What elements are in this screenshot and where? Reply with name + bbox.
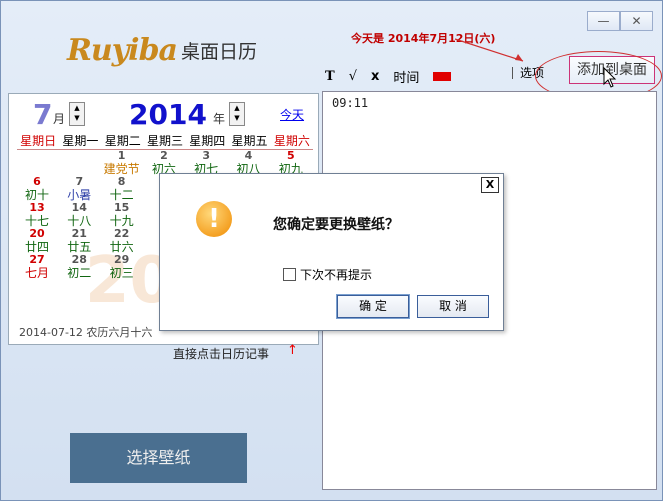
hint-text: 直接点击日历记事 (173, 347, 270, 361)
font-icon[interactable]: T (325, 69, 335, 84)
note-text: 09:11 (332, 96, 369, 110)
calendar-day-cell[interactable]: 29 初三 (102, 253, 142, 281)
calendar-day-cell[interactable]: 14 十八 (59, 201, 99, 229)
color-swatch[interactable] (433, 72, 452, 81)
calendar-day-cell[interactable]: 13 十七 (17, 201, 57, 229)
year-value: 2014 (129, 98, 207, 131)
weekday-mon: 星期一 (62, 134, 99, 148)
lunar-label: 七月 (24, 266, 49, 280)
day-number: 14 (71, 201, 87, 214)
weekday-thu: 星期四 (189, 134, 226, 148)
calendar-day-cell[interactable]: 22 廿六 (102, 227, 142, 255)
day-number: 3 (202, 149, 211, 162)
month-value: 7 (33, 98, 53, 131)
weekday-wed: 星期三 (146, 134, 183, 148)
today-banner: 今天是 2014年7月12日(六) (351, 32, 496, 45)
day-number: 4 (244, 149, 253, 162)
day-number: 5 (286, 149, 295, 162)
day-number: 22 (113, 227, 130, 240)
lunar-label: 十八 (67, 214, 92, 228)
note-toolbar: T √ x 时间 (325, 67, 452, 86)
weekday-sun: 星期日 (20, 134, 57, 148)
up-arrow-icon: ↑ (287, 343, 298, 358)
month-spinner[interactable]: ▲ ▼ (69, 102, 85, 126)
calendar-day-cell[interactable]: 6 初十 (17, 175, 57, 203)
day-number: 15 (113, 201, 130, 214)
calendar-day-cell[interactable]: 21 廿五 (59, 227, 99, 255)
app-window: — ✕ Ruyiba 桌面日历 今天是 2014年7月12日(六) T √ x … (0, 0, 663, 501)
day-number: 8 (117, 175, 126, 188)
day-number: 21 (71, 227, 87, 240)
lunar-label: 廿六 (109, 240, 134, 254)
today-link[interactable]: 今天 (280, 106, 304, 123)
ok-button[interactable]: 确 定 (336, 294, 410, 319)
lunar-label: 十七 (24, 214, 49, 228)
cancel-button[interactable]: 取 消 (417, 295, 489, 318)
lunar-label: 初二 (67, 266, 92, 280)
dont-show-label: 下次不再提示 (300, 268, 373, 282)
dialog-message: 您确定要更换壁纸？ (273, 217, 399, 233)
window-controls: — ✕ (587, 11, 653, 31)
calendar-day-cell[interactable]: 8 十二 (102, 175, 142, 203)
options-toggle[interactable]: 选项 (512, 64, 544, 81)
lunar-label: 廿四 (24, 240, 49, 254)
dialog-close-button[interactable]: X (481, 177, 499, 193)
mouse-cursor-icon (603, 67, 617, 88)
clear-icon[interactable]: x (371, 69, 379, 84)
app-logo: Ruyiba 桌面日历 (67, 33, 257, 68)
calendar-day-cell[interactable]: 27 七月 (17, 253, 57, 281)
options-label: 选项 (520, 66, 545, 80)
lunar-label: 初十 (24, 188, 49, 202)
options-checkbox[interactable] (512, 66, 514, 79)
choose-wallpaper-button[interactable]: 选择壁纸 (70, 433, 247, 483)
minimize-button[interactable]: — (587, 11, 620, 31)
lunar-label: 小暑 (67, 188, 92, 202)
confirm-dialog: X ! 您确定要更换壁纸？ 下次不再提示 确 定 取 消 (159, 173, 504, 331)
calendar-header: 7 月 ▲ ▼ 2014 年 ▲ ▼ 今天 (33, 98, 310, 131)
calendar-footer: 2014-07-12 农历六月十六 (19, 326, 153, 339)
lunar-label: 建党节 (103, 162, 140, 176)
check-icon[interactable]: √ (349, 69, 357, 84)
day-number: 27 (29, 253, 45, 266)
day-number: 1 (117, 149, 126, 162)
weekday-sat: 星期六 (273, 134, 310, 148)
time-button[interactable]: 时间 (393, 67, 419, 86)
weekday-header: 星期日 星期一 星期二 星期三 星期四 星期五 星期六 (17, 132, 313, 150)
calendar-day-cell[interactable]: 20 廿四 (17, 227, 57, 255)
day-number: 6 (33, 175, 41, 188)
lunar-label: 初三 (109, 266, 134, 280)
year-unit: 年 (213, 112, 226, 126)
month-unit: 月 (53, 112, 66, 126)
dont-show-checkbox[interactable] (283, 268, 296, 281)
weekday-tue: 星期二 (104, 134, 141, 148)
lunar-label: 十二 (109, 188, 134, 202)
calendar-day-cell[interactable]: 7 小暑 (59, 175, 99, 203)
lunar-label: 廿五 (67, 240, 92, 254)
day-number: 13 (29, 201, 45, 214)
day-number: 7 (75, 175, 84, 188)
dont-show-again[interactable]: 下次不再提示 (283, 266, 372, 283)
day-number: 29 (113, 253, 130, 266)
warning-icon: ! (196, 201, 232, 237)
calendar-day-cell[interactable]: 15 十九 (102, 201, 142, 229)
day-number: 28 (71, 253, 87, 266)
weekday-fri: 星期五 (231, 134, 268, 148)
lunar-label: 十九 (109, 214, 134, 228)
close-window-button[interactable]: ✕ (620, 11, 653, 31)
calendar-day-cell[interactable]: 1 建党节 (102, 149, 142, 177)
logo-mark: Ruyiba (67, 33, 178, 68)
calendar-day-cell[interactable]: 28 初二 (59, 253, 99, 281)
logo-text: 桌面日历 (181, 41, 258, 63)
year-spinner[interactable]: ▲ ▼ (229, 102, 245, 126)
day-number: 20 (29, 227, 45, 240)
day-number: 2 (160, 149, 168, 162)
